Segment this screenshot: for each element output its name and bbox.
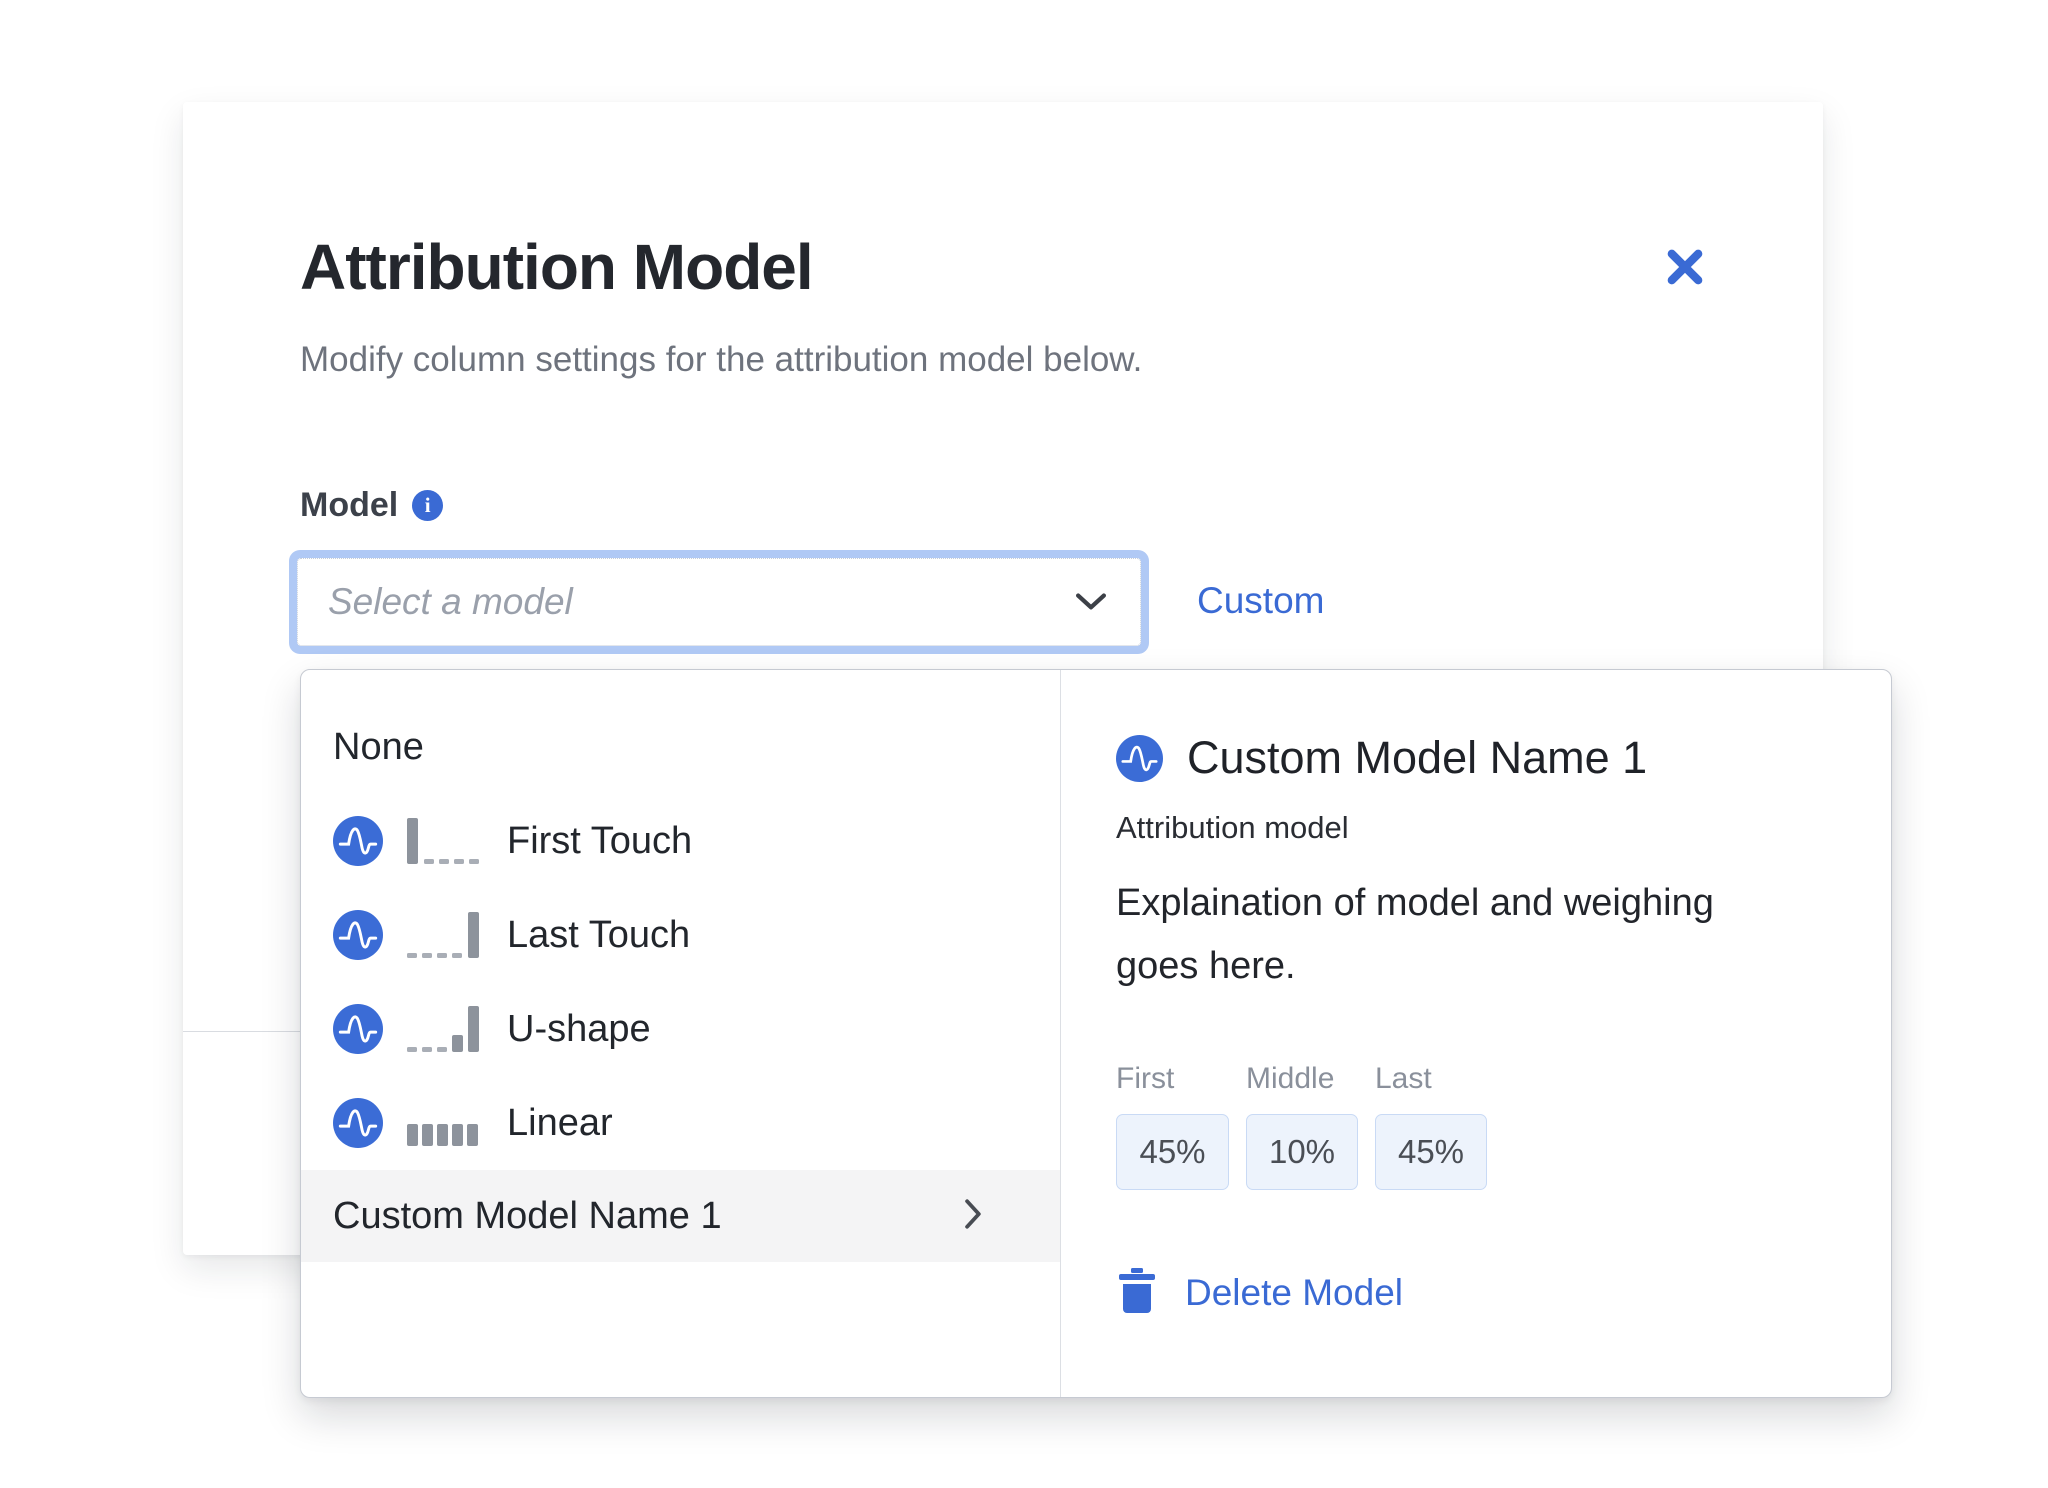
weight-first: First 45% [1116,1062,1229,1190]
close-button[interactable] [1655,238,1715,298]
model-dropdown-popover: None F [300,669,1892,1398]
weight-label: Middle [1246,1062,1358,1096]
weight-last-input[interactable]: 45% [1375,1114,1487,1190]
detail-header: Custom Model Name 1 [1116,732,1647,784]
weight-middle: Middle 10% [1246,1062,1358,1190]
detail-title: Custom Model Name 1 [1187,732,1647,784]
info-icon[interactable]: i [412,490,443,521]
amplitude-logo-icon [333,910,383,960]
amplitude-logo-icon [1116,735,1163,782]
chevron-down-icon [1076,593,1106,611]
weights-row: First 45% Middle 10% Last 45% [1116,1062,1487,1190]
option-u-shape[interactable]: U-shape [301,982,1060,1076]
option-first-touch[interactable]: First Touch [301,794,1060,888]
weight-label: First [1116,1062,1229,1096]
option-label: U-shape [507,1008,651,1051]
option-label: Custom Model Name 1 [333,1195,722,1238]
delete-model-button[interactable]: Delete Model [1119,1268,1403,1317]
option-last-touch[interactable]: Last Touch [301,888,1060,982]
amplitude-logo-icon [333,1004,383,1054]
model-select[interactable]: Select a model [297,558,1141,646]
last-touch-bars-icon [407,910,479,960]
custom-link[interactable]: Custom [1197,580,1324,622]
first-touch-bars-icon [407,816,479,866]
model-field-label: Model [300,486,398,525]
model-description: Explaination of model and weighing goes … [1116,872,1766,998]
custom-model-detail-panel: Custom Model Name 1 Attribution model Ex… [1061,670,1891,1397]
option-linear[interactable]: Linear [301,1076,1060,1170]
option-label: Last Touch [507,914,690,957]
trash-icon [1119,1268,1155,1317]
option-none[interactable]: None [301,700,1060,794]
weight-first-input[interactable]: 45% [1116,1114,1229,1190]
weight-label: Last [1375,1062,1487,1096]
model-option-list: None F [301,670,1061,1397]
amplitude-logo-icon [333,816,383,866]
weight-middle-input[interactable]: 10% [1246,1114,1358,1190]
dialog-title: Attribution Model [300,230,813,304]
chevron-right-icon [965,1199,982,1234]
model-select-placeholder: Select a model [298,581,1076,623]
option-label: None [333,726,424,769]
page: Attribution Model Modify column settings… [0,0,2048,1488]
option-label: First Touch [507,820,692,863]
amplitude-logo-icon [333,1098,383,1148]
u-shape-bars-icon [407,1004,479,1054]
dialog-subtitle: Modify column settings for the attributi… [300,340,1142,380]
delete-model-label: Delete Model [1185,1272,1403,1314]
option-custom-model-name-1[interactable]: Custom Model Name 1 [301,1170,1060,1262]
model-field-label-row: Model i [300,486,443,525]
option-label: Linear [507,1102,613,1145]
close-icon [1663,277,1707,292]
weight-last: Last 45% [1375,1062,1487,1190]
linear-bars-icon [407,1098,479,1148]
detail-subtitle: Attribution model [1116,810,1349,846]
